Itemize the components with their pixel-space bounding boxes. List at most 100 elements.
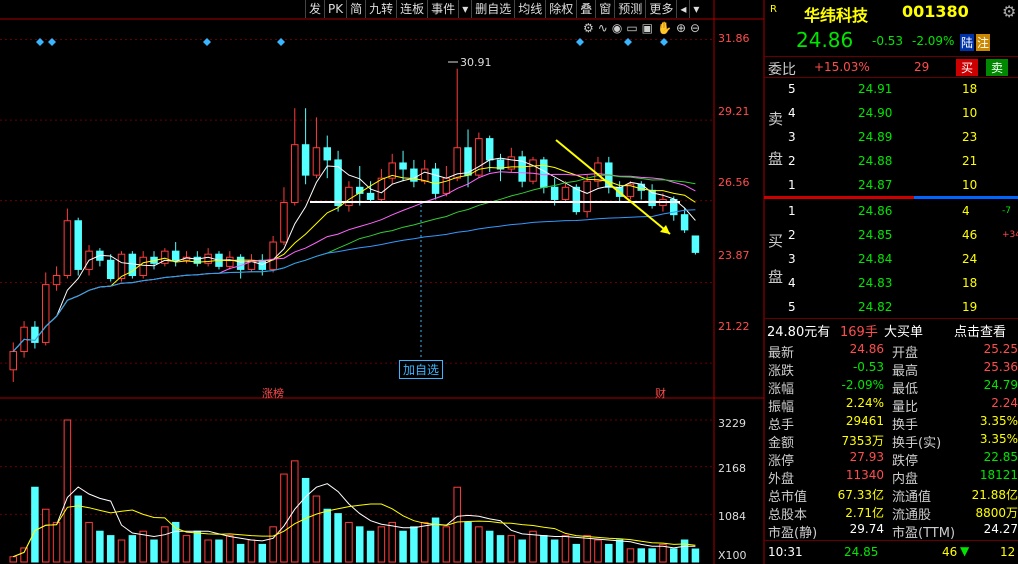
stat-value: 24.27 — [983, 522, 1018, 536]
stat-value: 29.74 — [849, 522, 884, 536]
volume-bar — [356, 526, 364, 563]
hk-connect-tag: 陆 — [960, 34, 975, 51]
stat-label: 最低 — [892, 382, 919, 397]
toolbar-item[interactable]: ◂ — [676, 0, 689, 18]
volume-bar — [215, 539, 223, 563]
candle-body — [74, 220, 82, 270]
toolbar-item[interactable]: 事件 — [427, 0, 458, 18]
toolbar-item[interactable]: 简 — [346, 0, 365, 18]
sell-button[interactable]: 卖 — [986, 59, 1009, 76]
toolbar-item[interactable]: 更多 — [645, 0, 676, 18]
candle-body — [291, 144, 299, 203]
event-diamond-icon — [203, 38, 211, 46]
gear-icon[interactable]: ⚙ — [583, 21, 594, 35]
stat-value: 22.85 — [983, 450, 1018, 464]
volume-tick: 2168 — [718, 462, 746, 475]
price-tick: 29.21 — [718, 105, 750, 118]
limit-up-marker[interactable]: 涨榜 — [262, 385, 284, 401]
volume-bar — [464, 521, 472, 563]
tool-icon[interactable]: ▣ — [642, 21, 653, 35]
candle-body — [236, 256, 245, 270]
toolbar-item[interactable]: 预测 — [614, 0, 645, 18]
toolbar-item[interactable]: 发 — [305, 0, 324, 18]
toolbar-item[interactable]: PK — [324, 0, 346, 18]
candle-body — [323, 147, 332, 161]
sell-volume: 10 — [962, 106, 978, 120]
candle-body — [431, 168, 440, 194]
event-diamond-icon — [48, 38, 56, 46]
volume-bar — [312, 495, 321, 563]
add-watch-button[interactable]: 加自选 — [399, 360, 444, 379]
hand-icon[interactable]: ✋ — [657, 21, 672, 35]
volume-bar — [280, 473, 288, 563]
candle-body — [301, 144, 310, 176]
candle-body — [280, 202, 288, 243]
candle-body — [226, 256, 234, 267]
toolbar-item[interactable]: 窗 — [595, 0, 614, 18]
toolbar-item[interactable]: 九转 — [365, 0, 396, 18]
sell-price: 24.87 — [858, 178, 893, 192]
buy-volume: 18 — [962, 276, 978, 290]
volume-bar — [247, 539, 256, 563]
big-order-link[interactable]: 点击查看 — [954, 321, 1006, 340]
buy-volume: 4 — [962, 204, 970, 218]
sell-level: 5 — [788, 82, 796, 96]
stock-code: 001380 — [902, 2, 969, 21]
stat-label: 金额 — [768, 436, 795, 451]
sell-side-label: 盘 — [768, 150, 784, 168]
toolbar-item[interactable]: ▾ — [689, 0, 702, 18]
toolbar-item[interactable]: 除权 — [545, 0, 576, 18]
toolbar-item[interactable]: 叠 — [576, 0, 595, 18]
stat-label: 换手 — [892, 418, 919, 433]
moving-average-line — [12, 209, 696, 352]
volume-bar — [161, 526, 169, 563]
volume-bar — [485, 530, 494, 563]
tick-count: 12 — [1000, 545, 1016, 559]
candle-body — [583, 180, 591, 213]
volume-bar — [9, 556, 17, 563]
weibi-label: 委比 — [768, 62, 796, 78]
volume-bar — [236, 543, 245, 563]
buy-price: 24.85 — [858, 228, 893, 242]
toolbar-item[interactable]: 删自选 — [471, 0, 514, 18]
stat-label: 开盘 — [892, 346, 919, 361]
volume-bar — [550, 539, 559, 563]
toolbar-item[interactable]: 连板 — [396, 0, 427, 18]
candle-body — [9, 351, 17, 371]
tick-volume: 46 — [942, 545, 958, 559]
buy-volume: 46 — [962, 228, 978, 242]
stat-label: 总手 — [768, 418, 795, 433]
r-badge: R — [770, 4, 777, 15]
volume-bar — [96, 530, 104, 563]
buy-button[interactable]: 买 — [956, 59, 979, 76]
kline-svg[interactable] — [0, 0, 765, 564]
candle-body — [529, 159, 537, 182]
event-diamond-icon — [576, 38, 584, 46]
down-arrow-icon: ▼ — [960, 544, 970, 558]
buy-price: 24.82 — [858, 300, 893, 314]
volume-bar — [182, 535, 191, 563]
gear-icon[interactable]: ⚙ — [1002, 2, 1016, 21]
stat-value: -2.09% — [841, 378, 884, 392]
buy-side-label: 盘 — [768, 268, 784, 286]
volume-bar — [52, 521, 61, 563]
volume-bar — [399, 530, 407, 563]
plus-icon[interactable]: ⊕ — [676, 21, 686, 35]
candle-body — [139, 256, 147, 276]
candle-body — [485, 138, 494, 161]
toolbar-item[interactable]: ▾ — [458, 0, 471, 18]
candle-body — [63, 220, 72, 276]
stat-value: 25.36 — [983, 360, 1018, 374]
wave-icon[interactable]: ∿ — [598, 21, 608, 35]
stat-value: 24.86 — [849, 342, 884, 356]
minus-icon[interactable]: ⊖ — [690, 21, 700, 35]
toolbar-item[interactable]: 均线 — [514, 0, 545, 18]
event-diamond-icon — [277, 38, 285, 46]
stat-value: 24.79 — [983, 378, 1018, 392]
eye-icon[interactable]: ◉ — [612, 21, 622, 35]
volume-bar — [63, 419, 72, 563]
finance-marker[interactable]: 财 — [655, 385, 666, 401]
ruler-icon[interactable]: ▭ — [626, 21, 637, 35]
sell-level: 3 — [788, 130, 796, 144]
buy-level: 1 — [788, 204, 796, 218]
